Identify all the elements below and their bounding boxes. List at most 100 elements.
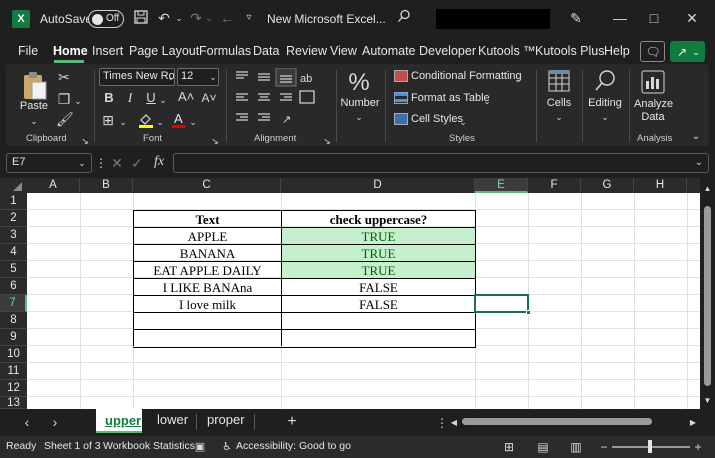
conditional-formatting-button[interactable]: Conditional Formatting (411, 70, 522, 82)
copy-icon[interactable]: ❐ (56, 90, 72, 108)
next-sheet-icon[interactable]: › (48, 413, 62, 431)
font-name-box[interactable]: Times New Ro (99, 68, 175, 86)
search-icon[interactable] (396, 9, 412, 27)
scroll-left-icon[interactable]: ◀ (449, 414, 459, 432)
tab-review[interactable]: Review (286, 44, 327, 58)
close-icon[interactable]: ✕ (684, 9, 700, 27)
page-break-view-icon[interactable]: ▥ (569, 438, 583, 456)
format-as-table-button[interactable]: Format as Table (411, 92, 490, 104)
fill-handle[interactable] (526, 310, 531, 315)
row-header-10[interactable]: 10 (0, 346, 27, 363)
tab-kutools[interactable]: Kutools ™ (478, 44, 536, 58)
row-header-2[interactable]: 2 (0, 210, 27, 227)
cell-styles-button[interactable]: Cell Styles (411, 113, 463, 125)
redo-dropdown-icon[interactable]: ⌄ (204, 9, 214, 27)
tab-automate[interactable]: Automate (362, 44, 416, 58)
zoom-out-icon[interactable]: − (598, 438, 610, 456)
minimize-icon[interactable]: — (612, 9, 628, 27)
macro-recording-icon[interactable]: ▣ (193, 438, 207, 456)
analyze-label-2[interactable]: Data (634, 111, 672, 123)
sheet-tab-proper[interactable]: proper (207, 412, 245, 427)
underline-button[interactable]: U (144, 89, 158, 107)
cancel-entry-icon[interactable]: ✕ (110, 154, 124, 172)
tab-data[interactable]: Data (253, 44, 279, 58)
format-as-table-icon[interactable] (394, 92, 408, 104)
tab-split-icon[interactable]: ⋮ (436, 414, 448, 432)
table-cell-result[interactable]: TRUE (281, 227, 475, 244)
column-header-e[interactable]: E (475, 178, 528, 193)
column-header-a[interactable]: A (27, 178, 80, 193)
conditional-formatting-icon[interactable] (394, 70, 408, 82)
vertical-scroll-thumb[interactable] (704, 206, 711, 386)
font-name-dropdown-icon[interactable]: ⌄ (166, 68, 176, 86)
fill-color-icon[interactable] (137, 111, 155, 129)
customize-toolbar-icon[interactable]: ▿ (243, 9, 255, 27)
borders-dropdown-icon[interactable]: ⌄ (118, 113, 128, 131)
decrease-font-size-icon[interactable]: A˅ (201, 89, 217, 107)
tab-kutools-plus[interactable]: Kutools Plus (535, 44, 604, 58)
table-cell-text[interactable]: I LIKE BANAna (133, 278, 281, 295)
fill-color-dropdown-icon[interactable]: ⌄ (155, 113, 165, 131)
scroll-down-icon[interactable]: ▼ (702, 392, 713, 410)
row-header-8[interactable]: 8 (0, 312, 27, 329)
normal-view-icon[interactable]: ⊞ (502, 438, 516, 456)
row-header-5[interactable]: 5 (0, 261, 27, 278)
confirm-entry-icon[interactable]: ✓ (130, 154, 144, 172)
cells-dropdown-icon[interactable]: ⌄ (552, 108, 566, 126)
zoom-in-icon[interactable]: + (692, 438, 704, 456)
editing-search-icon[interactable] (593, 69, 617, 93)
tab-help[interactable]: Help (604, 44, 630, 58)
bold-button[interactable]: B (102, 89, 116, 107)
font-color-dropdown-icon[interactable]: ⌄ (188, 113, 198, 131)
editing-dropdown-icon[interactable]: ⌄ (598, 108, 612, 126)
select-all-corner[interactable] (0, 178, 27, 193)
row-header-3[interactable]: 3 (0, 227, 27, 244)
clipboard-launcher-icon[interactable]: ↘ (80, 132, 90, 150)
tab-view[interactable]: View (330, 44, 357, 58)
format-painter-icon[interactable]: 🖌 (56, 110, 74, 128)
save-icon[interactable] (132, 10, 150, 28)
back-arrow-icon[interactable]: ← (219, 9, 235, 27)
table-cell-text[interactable]: I love milk (133, 295, 281, 312)
tab-page-layout[interactable]: Page Layout (129, 44, 199, 58)
underline-dropdown-icon[interactable]: ⌄ (158, 91, 168, 109)
autosave-toggle[interactable]: Off (88, 10, 124, 28)
row-header-9[interactable]: 9 (0, 329, 27, 346)
collapse-ribbon-icon[interactable]: ⌄ (689, 128, 703, 146)
horizontal-scroll-thumb[interactable] (462, 418, 652, 425)
page-layout-view-icon[interactable]: ▤ (536, 438, 550, 456)
maximize-icon[interactable]: □ (646, 9, 662, 27)
column-header-b[interactable]: B (80, 178, 133, 193)
tab-formulas[interactable]: Formulas (199, 44, 251, 58)
scroll-right-icon[interactable]: ▶ (688, 414, 698, 432)
analyze-label-1[interactable]: Analyze (634, 98, 673, 110)
table-cell-text[interactable]: APPLE (133, 227, 281, 244)
new-sheet-icon[interactable]: + (284, 413, 300, 431)
scroll-up-icon[interactable]: ▲ (702, 180, 713, 198)
tab-insert[interactable]: Insert (92, 44, 123, 58)
column-header-f[interactable]: F (528, 178, 581, 193)
table-cell-text[interactable] (133, 312, 281, 329)
font-size-dropdown-icon[interactable]: ⌄ (208, 68, 218, 86)
pen-icon[interactable]: ✎ (568, 9, 584, 27)
italic-button[interactable]: I (123, 89, 137, 107)
row-header-12[interactable]: 12 (0, 380, 27, 397)
undo-dropdown-icon[interactable]: ⌄ (174, 9, 184, 27)
table-cell-result[interactable]: TRUE (281, 261, 475, 278)
sheet-tab-lower[interactable]: lower (157, 412, 188, 427)
accessibility-icon[interactable]: ♿ (220, 438, 234, 456)
table-cell-text[interactable]: EAT APPLE DAILY (133, 261, 281, 278)
conditional-formatting-dropdown-icon[interactable]: ⌄ (513, 70, 523, 88)
active-cell-e7[interactable] (474, 294, 529, 313)
redo-icon[interactable]: ↷ (188, 9, 204, 27)
analyze-data-icon[interactable] (640, 69, 666, 95)
font-launcher-icon[interactable]: ↘ (210, 132, 220, 150)
cells-icon[interactable] (548, 70, 570, 92)
expand-formula-bar-icon[interactable]: ⌄ (692, 154, 706, 172)
table-header-text[interactable]: Text (133, 210, 281, 227)
copy-dropdown-icon[interactable]: ⌄ (73, 92, 83, 110)
table-cell-result[interactable] (281, 329, 475, 346)
cell-styles-icon[interactable] (394, 113, 408, 125)
row-header-6[interactable]: 6 (0, 278, 27, 295)
tab-file[interactable]: File (18, 44, 38, 58)
